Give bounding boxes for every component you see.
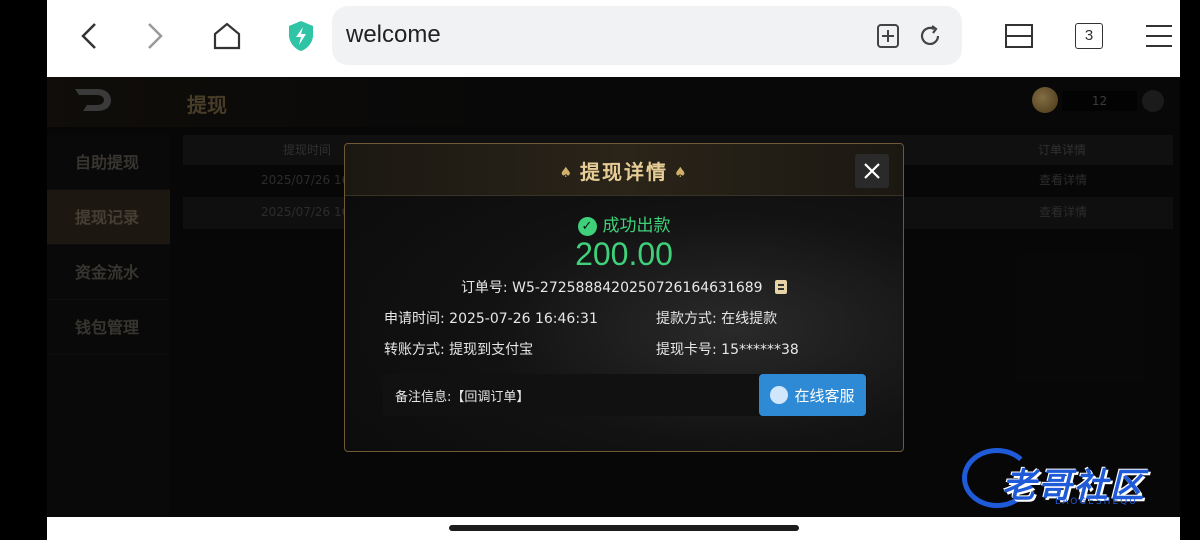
menu-icon[interactable]	[1139, 16, 1179, 56]
modal-header: ♠ 提现详情 ♠	[345, 144, 903, 196]
url-text[interactable]: welcome	[346, 21, 441, 49]
close-icon	[864, 163, 880, 179]
apply-time-label: 申请时间:	[384, 311, 445, 327]
reload-icon[interactable]	[916, 22, 944, 50]
remark-value: 【回调订单】	[451, 390, 530, 405]
browser-toolbar: welcome 3	[47, 0, 1200, 77]
back-icon[interactable]	[69, 16, 109, 56]
transfer-label: 转账方式:	[384, 342, 445, 358]
method-row: 提款方式: 在线提款	[656, 308, 777, 328]
transfer-row: 转账方式: 提现到支付宝	[384, 339, 533, 359]
online-service-label: 在线客服	[794, 386, 855, 405]
spade-icon: ♠	[559, 165, 574, 181]
home-indicator[interactable]	[449, 525, 799, 531]
service-drop-icon	[770, 386, 789, 404]
close-button[interactable]	[855, 154, 889, 188]
withdraw-detail-modal: ♠ 提现详情 ♠ ✓ 成功出款 200.00 订单号: W5-272588842025…	[344, 143, 904, 452]
forward-icon[interactable]	[135, 16, 175, 56]
order-label: 订单号:	[460, 280, 508, 296]
address-bar[interactable]: welcome	[332, 6, 962, 65]
system-bottom-bar	[47, 517, 1180, 540]
screen-split-icon[interactable]	[999, 16, 1039, 56]
remark-label: 备注信息:	[395, 390, 452, 405]
spade-icon: ♠	[674, 165, 689, 181]
tabs-button[interactable]: 3	[1069, 16, 1109, 56]
check-circle-icon: ✓	[577, 217, 597, 236]
card-value: 15******38	[721, 342, 799, 358]
apply-time-value: 2025-07-26 16:46:31	[449, 311, 598, 327]
remark-row: 备注信息:【回调订单】	[395, 386, 529, 405]
card-label: 提现卡号:	[656, 342, 717, 358]
status-row: ✓ 成功出款	[345, 211, 903, 236]
method-label: 提款方式:	[656, 311, 717, 327]
modal-title-row: ♠ 提现详情 ♠	[345, 156, 903, 185]
home-icon[interactable]	[207, 16, 247, 56]
copy-icon[interactable]	[775, 280, 788, 294]
tab-count: 3	[1075, 23, 1103, 49]
method-value: 在线提款	[721, 311, 778, 327]
card-row: 提现卡号: 15******38	[656, 339, 799, 359]
watermark-subtext: LAOGESHEQU	[1055, 497, 1138, 507]
add-bookmark-icon[interactable]	[874, 22, 902, 50]
order-row: 订单号: W5-2725888420250726164631689	[345, 277, 903, 297]
apply-time-row: 申请时间: 2025-07-26 16:46:31	[384, 308, 598, 328]
screen-edge-left	[0, 0, 47, 540]
status-text: 成功出款	[602, 216, 671, 236]
transfer-value: 提现到支付宝	[449, 342, 534, 358]
modal-title: 提现详情	[580, 160, 668, 184]
security-shield-icon[interactable]	[281, 16, 321, 56]
withdraw-amount: 200.00	[575, 236, 673, 272]
online-service-button[interactable]: 在线客服	[759, 374, 866, 416]
watermark-logo: 老哥社区 LAOGESHEQU	[960, 440, 1190, 520]
order-number: W5-2725888420250726164631689	[512, 280, 763, 296]
